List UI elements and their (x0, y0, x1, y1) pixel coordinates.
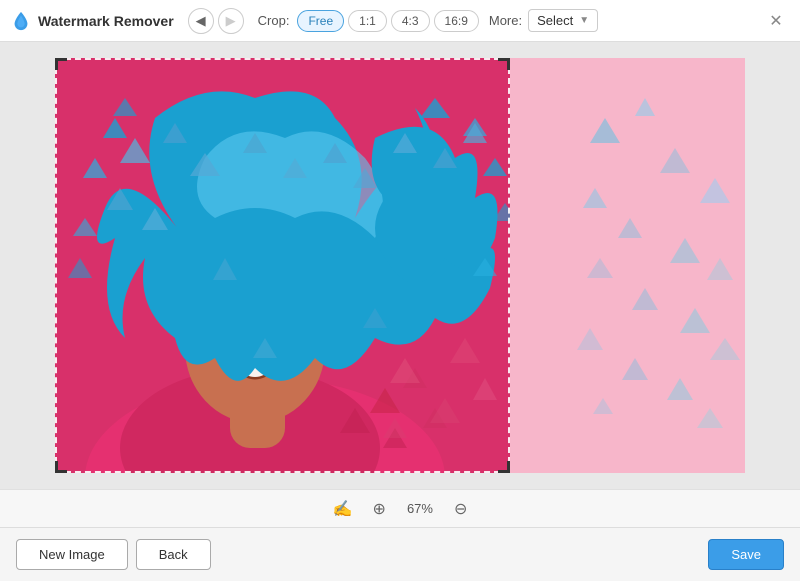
zoom-out-icon[interactable]: ⊖ (450, 497, 471, 521)
save-button[interactable]: Save (708, 539, 784, 570)
outside-crop-area (510, 58, 745, 473)
crop-label: Crop: (258, 13, 290, 28)
select-dropdown[interactable]: Select ▼ (528, 9, 598, 32)
main-photo (55, 58, 510, 473)
select-label: Select (537, 13, 573, 28)
left-actions: New Image Back (16, 539, 211, 570)
dropdown-arrow-icon: ▼ (579, 15, 589, 26)
app-title: Watermark Remover (38, 13, 174, 29)
titlebar: Watermark Remover ◀ ▶ Crop: Free 1:1 4:3… (0, 0, 800, 42)
crop-1x1-button[interactable]: 1:1 (348, 10, 387, 32)
app-logo: Watermark Remover (10, 10, 174, 32)
canvas-area (0, 42, 800, 489)
zoom-in-icon[interactable]: ⊕ (369, 497, 390, 521)
hand-tool-icon[interactable]: ✍ (329, 497, 357, 521)
app-logo-icon (10, 10, 32, 32)
photo-inner (55, 58, 510, 473)
full-image (55, 58, 745, 473)
crop-free-button[interactable]: Free (297, 10, 344, 32)
woman-svg (55, 58, 510, 473)
zoom-bar: ✍ ⊕ 67% ⊖ (0, 489, 800, 527)
crop-16x9-button[interactable]: 16:9 (434, 10, 479, 32)
nav-buttons: ◀ ▶ (188, 8, 244, 34)
zoom-value: 67% (402, 501, 438, 516)
new-image-button[interactable]: New Image (16, 539, 128, 570)
bottom-bar: New Image Back Save (0, 527, 800, 581)
back-button[interactable]: Back (136, 539, 211, 570)
back-nav-button[interactable]: ◀ (188, 8, 214, 34)
more-section: More: Select ▼ (489, 9, 598, 32)
crop-4x3-button[interactable]: 4:3 (391, 10, 430, 32)
forward-nav-button[interactable]: ▶ (218, 8, 244, 34)
crop-options: Free 1:1 4:3 16:9 (297, 10, 478, 32)
image-container (55, 58, 745, 473)
more-label: More: (489, 13, 522, 28)
close-button[interactable]: ✕ (762, 7, 790, 35)
